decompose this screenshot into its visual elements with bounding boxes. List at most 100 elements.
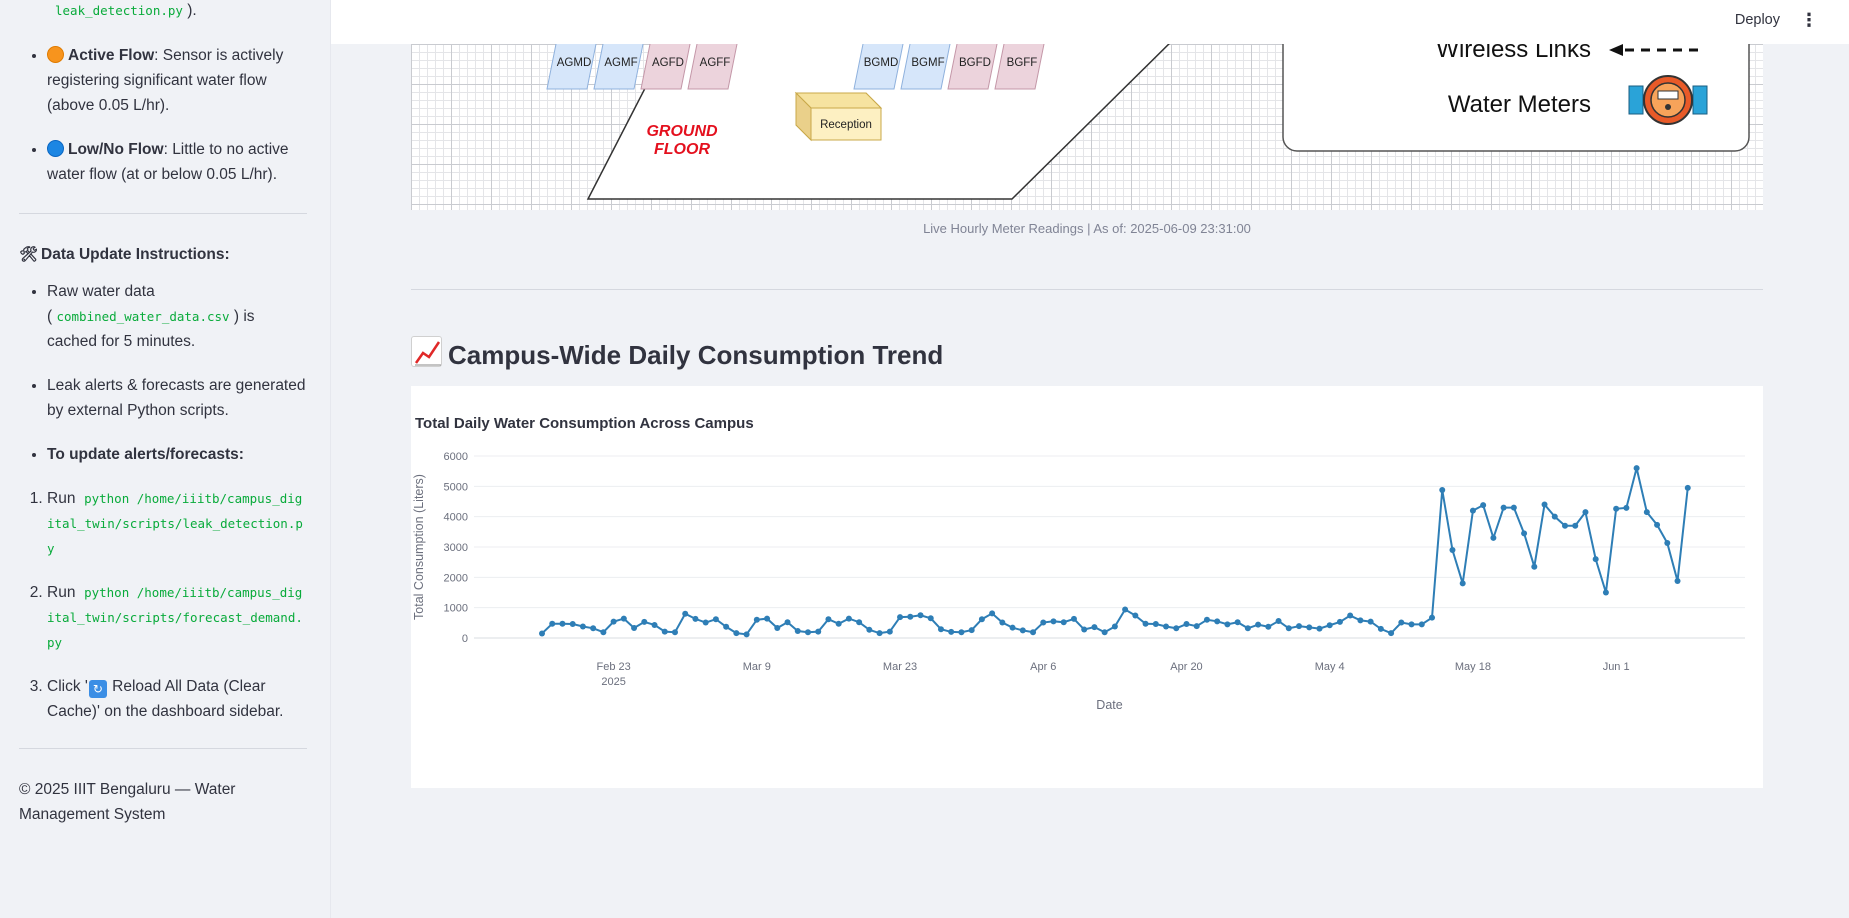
data-point[interactable] [784, 619, 791, 626]
data-point[interactable] [1101, 629, 1108, 636]
data-point[interactable] [559, 620, 566, 627]
data-point[interactable] [948, 628, 955, 635]
data-point[interactable] [1081, 626, 1088, 633]
data-point[interactable] [1469, 507, 1476, 514]
consumption-chart[interactable]: Total Daily Water Consumption Across Cam… [411, 386, 1763, 788]
data-point[interactable] [989, 610, 996, 617]
data-point[interactable] [845, 615, 852, 622]
data-point[interactable] [1613, 505, 1620, 512]
data-point[interactable] [641, 618, 648, 625]
data-point[interactable] [1664, 540, 1671, 547]
data-point[interactable] [958, 629, 965, 636]
data-point[interactable] [1398, 619, 1405, 626]
data-point[interactable] [1244, 625, 1251, 632]
data-point[interactable] [1572, 522, 1579, 529]
data-point[interactable] [1193, 623, 1200, 630]
data-point[interactable] [682, 610, 689, 617]
data-point[interactable] [937, 626, 944, 633]
data-point[interactable] [1388, 630, 1395, 637]
data-point[interactable] [1633, 465, 1640, 472]
data-point[interactable] [1510, 504, 1517, 511]
data-point[interactable] [1234, 619, 1241, 626]
data-point[interactable] [1521, 530, 1528, 537]
data-point[interactable] [539, 630, 545, 637]
data-point[interactable] [1296, 623, 1303, 630]
data-point[interactable] [620, 615, 627, 622]
data-point[interactable] [1019, 627, 1026, 634]
data-point[interactable] [712, 616, 719, 623]
data-point[interactable] [897, 614, 904, 621]
meter-tile-agmd[interactable]: AGMD [546, 44, 597, 90]
data-point[interactable] [1173, 625, 1180, 632]
data-point[interactable] [1582, 509, 1589, 516]
data-point[interactable] [1326, 622, 1333, 629]
data-point[interactable] [1551, 513, 1558, 520]
data-point[interactable] [1030, 629, 1037, 636]
data-point[interactable] [917, 612, 924, 619]
meter-tile-agmf[interactable]: AGMF [593, 44, 644, 90]
data-point[interactable] [1684, 484, 1691, 491]
data-point[interactable] [1275, 618, 1282, 625]
data-point[interactable] [702, 619, 709, 626]
data-point[interactable] [1377, 625, 1384, 632]
data-point[interactable] [753, 616, 760, 623]
data-point[interactable] [978, 616, 985, 623]
data-point[interactable] [600, 629, 607, 636]
data-point[interactable] [1163, 623, 1170, 630]
data-point[interactable] [1439, 486, 1446, 493]
data-point[interactable] [1654, 521, 1661, 528]
line-chart-svg[interactable]: 0 1000 2000 3000 4000 5000 6000 Feb 23 2025 Mar 9… [411, 386, 1763, 788]
data-point[interactable] [651, 621, 658, 628]
data-point[interactable] [1306, 624, 1313, 631]
data-point[interactable] [1265, 623, 1272, 630]
data-point[interactable] [886, 628, 893, 635]
data-point[interactable] [692, 615, 699, 622]
data-point[interactable] [1429, 614, 1436, 621]
data-point[interactable] [1142, 620, 1149, 627]
data-point[interactable] [631, 624, 638, 631]
data-point[interactable] [927, 615, 934, 622]
data-point[interactable] [1214, 618, 1221, 625]
data-point[interactable] [1111, 623, 1118, 630]
data-point[interactable] [1070, 615, 1077, 622]
data-point[interactable] [1480, 502, 1487, 509]
data-point[interactable] [999, 619, 1006, 626]
data-point[interactable] [1459, 580, 1466, 587]
data-point[interactable] [743, 631, 750, 638]
data-point[interactable] [1224, 621, 1231, 628]
data-point[interactable] [856, 619, 863, 626]
data-point[interactable] [866, 626, 873, 633]
data-point[interactable] [1040, 619, 1047, 626]
data-point[interactable] [774, 624, 781, 631]
data-point[interactable] [1367, 618, 1374, 625]
data-point[interactable] [1009, 624, 1016, 631]
data-point[interactable] [1316, 625, 1323, 632]
data-point[interactable] [907, 613, 914, 620]
data-point[interactable] [876, 630, 883, 637]
data-point[interactable] [815, 628, 822, 635]
data-point[interactable] [1285, 625, 1292, 632]
data-point[interactable] [1643, 509, 1650, 516]
data-point[interactable] [610, 618, 617, 625]
data-point[interactable] [1541, 501, 1548, 508]
data-point[interactable] [1152, 621, 1159, 628]
data-point[interactable] [1203, 616, 1210, 623]
data-point[interactable] [794, 628, 801, 635]
data-point[interactable] [1091, 624, 1098, 631]
data-point[interactable] [968, 627, 975, 634]
data-point[interactable] [825, 616, 832, 623]
data-point[interactable] [1255, 621, 1262, 628]
data-point[interactable] [804, 629, 811, 636]
data-point[interactable] [1050, 618, 1057, 625]
data-point[interactable] [1623, 504, 1630, 511]
data-point[interactable] [733, 630, 740, 637]
data-point[interactable] [579, 623, 586, 630]
data-point[interactable] [1060, 619, 1067, 626]
data-point[interactable] [590, 625, 597, 632]
data-point[interactable] [671, 629, 678, 636]
data-point[interactable] [1357, 617, 1364, 624]
data-point[interactable] [764, 615, 771, 622]
data-point[interactable] [1592, 556, 1599, 563]
data-point[interactable] [1531, 563, 1538, 570]
data-point[interactable] [723, 623, 730, 630]
